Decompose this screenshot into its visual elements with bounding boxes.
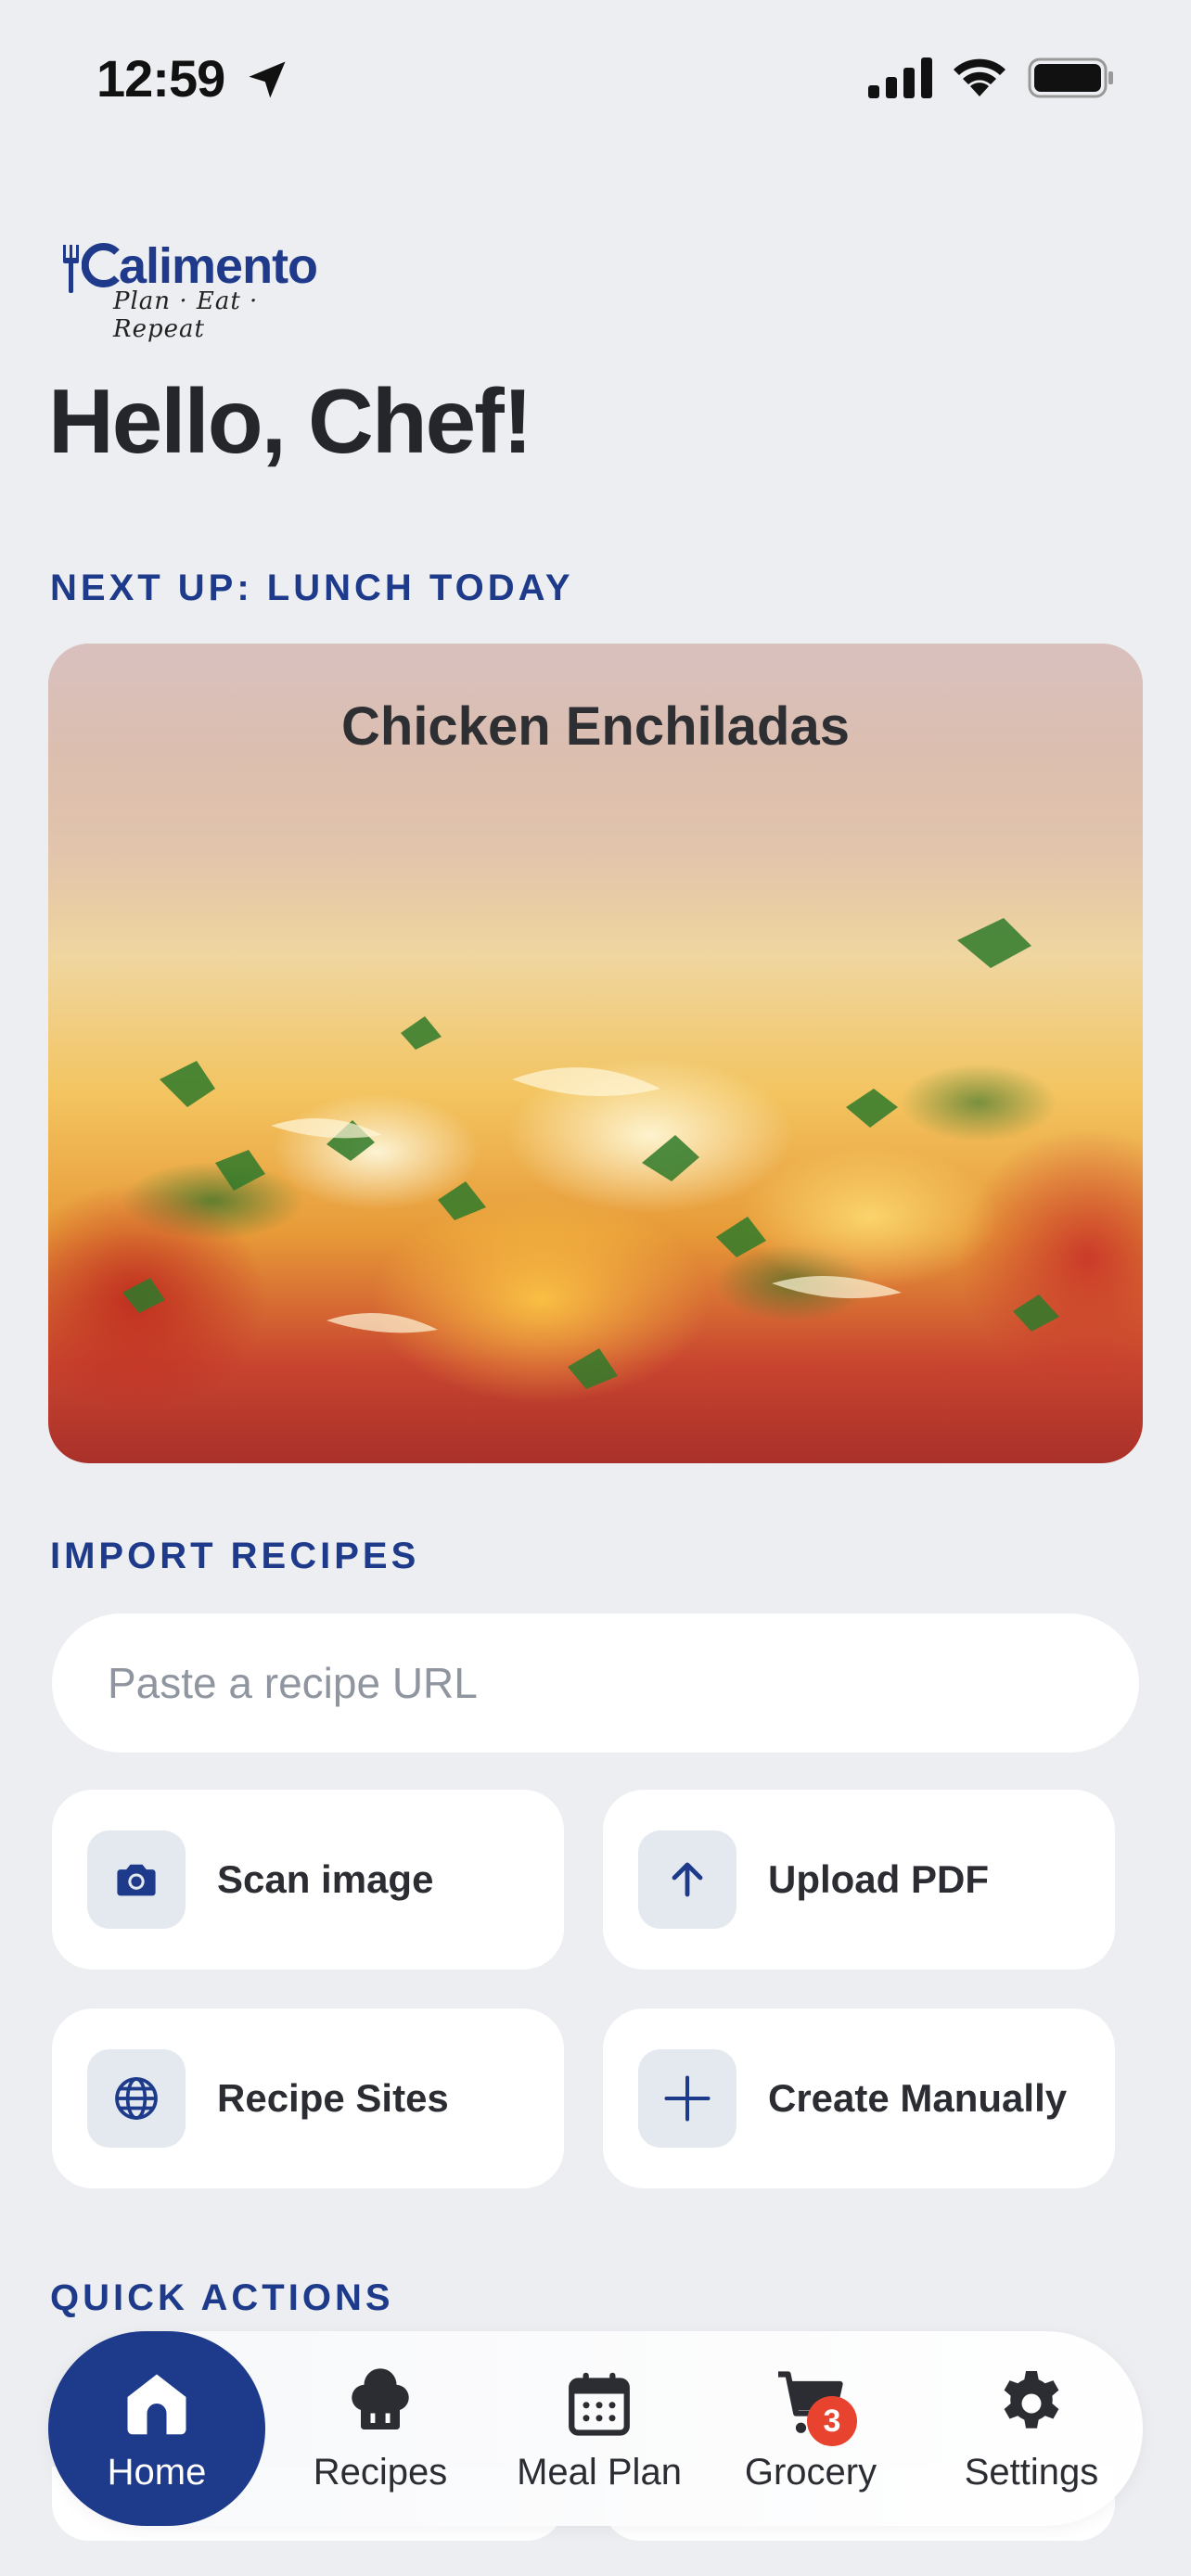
cellular-signal-icon — [868, 57, 932, 98]
tab-grocery[interactable]: 3 Grocery — [709, 2331, 913, 2526]
status-time: 12:59 — [96, 49, 225, 108]
fork-icon — [63, 245, 79, 293]
logo-tagline: Plan · Eat · Repeat — [113, 287, 259, 343]
tab-home-label: Home — [107, 2452, 207, 2493]
import-recipes-label: IMPORT RECIPES — [50, 1536, 420, 1576]
tab-settings-label: Settings — [964, 2452, 1099, 2493]
gear-icon — [992, 2365, 1070, 2442]
plus-icon — [638, 2049, 736, 2148]
greeting-heading: Hello, Chef! — [48, 370, 532, 472]
chef-hat-icon — [341, 2365, 419, 2442]
home-icon — [118, 2365, 196, 2442]
upload-pdf-label: Upload PDF — [768, 1857, 989, 1901]
create-manually-button[interactable]: Create Manually — [603, 2009, 1115, 2188]
bottom-tab-bar: Home Recipes Meal Plan 3 Grocery Setting… — [48, 2331, 1143, 2526]
next-up-label: NEXT UP: LUNCH TODAY — [50, 567, 574, 608]
camera-icon — [87, 1830, 186, 1929]
create-manually-label: Create Manually — [768, 2076, 1068, 2120]
tab-recipes[interactable]: Recipes — [278, 2331, 482, 2526]
tab-meal-plan-label: Meal Plan — [517, 2452, 682, 2493]
recipe-url-input[interactable] — [52, 1613, 1139, 1753]
scan-image-label: Scan image — [217, 1857, 434, 1901]
tab-meal-plan[interactable]: Meal Plan — [497, 2331, 701, 2526]
app-logo: alimento Plan · Eat · Repeat — [61, 237, 330, 343]
tab-grocery-label: Grocery — [744, 2452, 877, 2493]
globe-icon — [87, 2049, 186, 2148]
wifi-icon — [954, 58, 1005, 96]
logo-c-mark — [82, 243, 120, 287]
grocery-count-badge: 3 — [807, 2396, 857, 2446]
tab-settings[interactable]: Settings — [929, 2331, 1133, 2526]
cart-icon: 3 — [772, 2365, 857, 2446]
logo-wordmark: alimento — [119, 238, 318, 294]
scan-image-button[interactable]: Scan image — [52, 1790, 564, 1970]
status-bar: 12:59 — [0, 0, 1191, 158]
location-arrow-icon — [249, 61, 286, 98]
arrow-up-icon — [638, 1830, 736, 1929]
recipe-photo — [122, 918, 1059, 1389]
tab-recipes-label: Recipes — [313, 2452, 448, 2493]
tab-home[interactable]: Home — [48, 2331, 265, 2526]
recipe-sites-button[interactable]: Recipe Sites — [52, 2009, 564, 2188]
upload-pdf-button[interactable]: Upload PDF — [603, 1790, 1115, 1970]
next-up-recipe-title: Chicken Enchiladas — [341, 696, 850, 757]
recipe-sites-label: Recipe Sites — [217, 2076, 449, 2120]
quick-actions-label: QUICK ACTIONS — [50, 2277, 394, 2318]
battery-icon — [1028, 57, 1113, 98]
calendar-icon — [560, 2365, 638, 2442]
next-up-recipe-card[interactable]: Chicken Enchiladas — [48, 644, 1143, 1463]
